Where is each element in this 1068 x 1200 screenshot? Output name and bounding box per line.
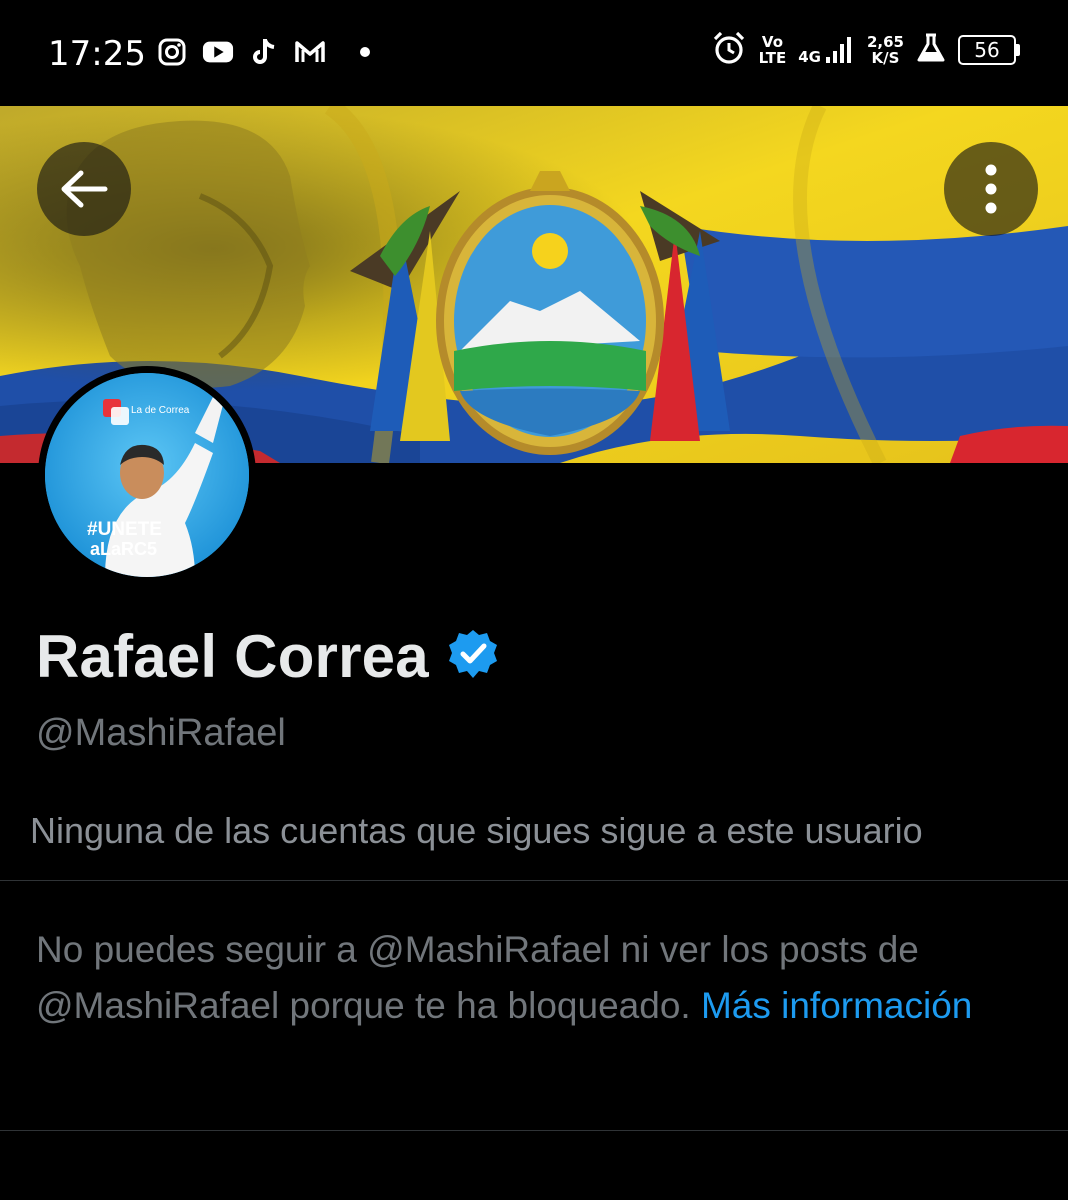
blocked-notice: No puedes seguir a @MashiRafael ni ver l… xyxy=(36,922,996,1034)
flask-icon xyxy=(916,32,946,68)
alarm-icon xyxy=(711,30,747,70)
profile-name: Rafael Correa xyxy=(36,623,429,690)
network-type: 4G xyxy=(798,48,821,66)
profile-handle: @MashiRafael xyxy=(36,712,286,754)
status-bar: 17:25 Vo LTE 4G 2,65 K/S 56 xyxy=(0,0,1068,106)
profile-name-row: Rafael Correa xyxy=(36,622,499,691)
signal-indicator: 4G xyxy=(798,35,855,65)
back-button[interactable] xyxy=(37,142,131,236)
verified-badge-icon[interactable] xyxy=(447,628,499,685)
avatar-tag-2: aLaRC5 xyxy=(90,539,157,559)
gmail-icon xyxy=(294,36,326,68)
battery-tip xyxy=(1016,44,1020,56)
divider-top xyxy=(0,880,1068,881)
divider-bottom xyxy=(0,1130,1068,1131)
signal-bars-icon xyxy=(825,37,851,63)
more-vertical-icon xyxy=(985,164,997,214)
followers-you-know: Ninguna de las cuentas que sigues sigue … xyxy=(30,810,923,851)
avatar-tag-1: #UNETE xyxy=(87,519,162,540)
network-speed: 2,65 K/S xyxy=(866,33,904,67)
status-time: 17:25 xyxy=(48,34,146,74)
avatar-brand-text: La de Correa xyxy=(131,405,190,416)
battery-indicator: 56 xyxy=(958,35,1020,65)
youtube-icon xyxy=(202,36,234,68)
avatar-image: La de Correa #UNETE aLaRC5 xyxy=(45,373,249,577)
more-options-button[interactable] xyxy=(944,142,1038,236)
more-info-link[interactable]: Más información xyxy=(701,985,972,1026)
notification-icons xyxy=(156,36,370,68)
tiktok-icon xyxy=(248,36,280,68)
profile-avatar[interactable]: La de Correa #UNETE aLaRC5 xyxy=(38,366,256,584)
volte-indicator: Vo LTE xyxy=(758,33,787,67)
arrow-left-icon xyxy=(61,170,108,208)
system-icons: Vo LTE 4G 2,65 K/S 56 xyxy=(711,30,1020,70)
instagram-icon xyxy=(156,36,188,68)
dot-icon xyxy=(360,47,370,57)
battery-level: 56 xyxy=(958,35,1016,65)
